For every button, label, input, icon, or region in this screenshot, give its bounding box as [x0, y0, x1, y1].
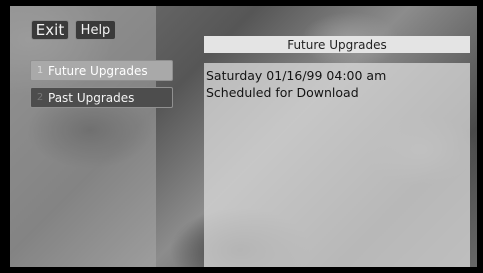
menu-panel [10, 6, 156, 267]
exit-button[interactable]: Exit [31, 20, 69, 40]
menu-item-label: Past Upgrades [48, 90, 135, 105]
menu-item-future-upgrades[interactable]: 1 Future Upgrades [30, 60, 173, 81]
help-button[interactable]: Help [75, 20, 116, 40]
tv-screen: Exit Help 1 Future Upgrades 2 Past Upgra… [0, 0, 483, 273]
frame-border [0, 267, 483, 273]
schedule-date: Saturday 01/16/99 04:00 am [206, 68, 387, 83]
content-panel: Saturday 01/16/99 04:00 am Scheduled for… [204, 63, 470, 267]
menu-item-past-upgrades[interactable]: 2 Past Upgrades [30, 87, 173, 108]
menu-item-number: 1 [36, 65, 44, 76]
schedule-status: Scheduled for Download [206, 85, 359, 100]
menu-item-label: Future Upgrades [48, 63, 148, 78]
frame-border [0, 0, 483, 6]
content-title: Future Upgrades [204, 36, 470, 53]
frame-border [0, 0, 10, 273]
frame-border [477, 0, 483, 273]
menu-item-number: 2 [36, 92, 44, 103]
